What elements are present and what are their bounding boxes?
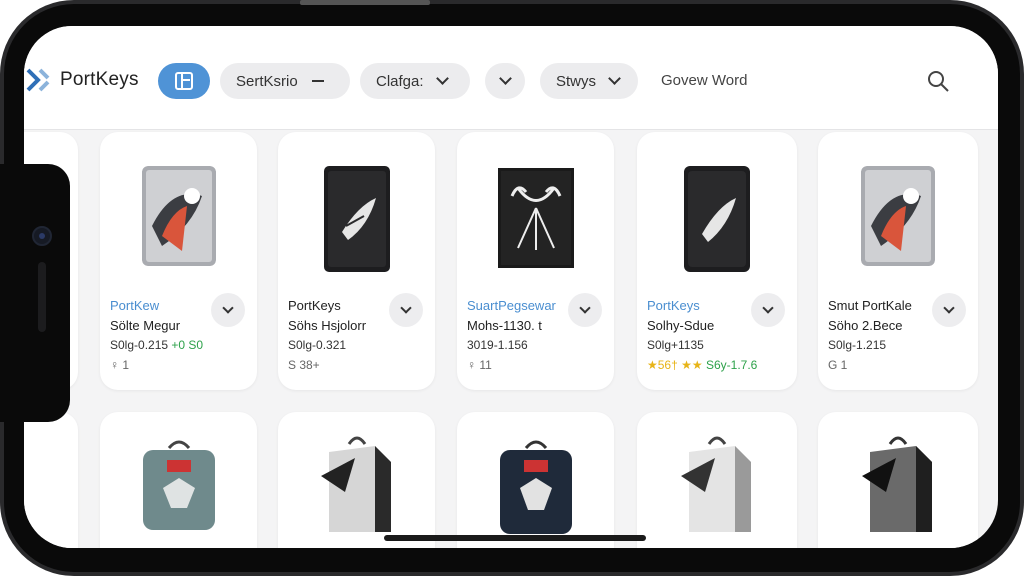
product-card[interactable] xyxy=(100,412,257,548)
product-brand: Smut PortKale xyxy=(828,298,912,313)
dash-icon xyxy=(311,80,324,82)
search-icon[interactable] xyxy=(926,69,950,93)
product-image xyxy=(320,436,391,532)
product-meta: ♀ 11 xyxy=(467,358,492,372)
product-rating: ★56† ★★ S6y-1.7.6 xyxy=(647,358,758,372)
styles-filter-pill[interactable]: Stwys xyxy=(540,63,638,99)
speaker-grille xyxy=(38,262,46,332)
browse-world-link[interactable]: Govew Word xyxy=(661,72,747,89)
product-title: Mohs-1130. t xyxy=(467,318,542,333)
sidebar-toggle-button[interactable] xyxy=(158,63,210,99)
product-card[interactable] xyxy=(818,412,978,548)
sort-filter-pill[interactable]: SertKsrio xyxy=(220,63,350,99)
expand-button[interactable] xyxy=(211,293,245,327)
expand-button[interactable] xyxy=(568,293,602,327)
app-title: PortKeys xyxy=(60,69,139,90)
product-card[interactable] xyxy=(457,412,614,548)
product-card[interactable] xyxy=(278,412,435,548)
product-card[interactable]: Smut PortKale Söho 2.Bece S0lg-1.215 G 1 xyxy=(818,132,978,390)
chevron-down-icon xyxy=(762,302,774,314)
product-card[interactable]: PortKew Sölte Megur S0lg-0.215 +0 S0 ♀ 1 xyxy=(100,132,257,390)
expand-button[interactable] xyxy=(932,293,966,327)
product-title: Solhy-Sdue xyxy=(647,318,715,333)
product-price: S0lg-1.215 xyxy=(828,338,887,352)
product-brand: PortKeys xyxy=(288,298,341,313)
category-filter-label: Clafga: xyxy=(376,72,424,90)
product-image xyxy=(497,168,574,268)
sort-filter-label: SertKsrio xyxy=(236,72,298,90)
screen: PortKeys SertKsrio Clafga: Stwys Govew W… xyxy=(24,26,998,548)
styles-filter-label: Stwys xyxy=(556,72,597,90)
expand-button[interactable] xyxy=(751,293,785,327)
product-image xyxy=(141,166,216,266)
product-price: 3019-1.156 xyxy=(467,338,528,352)
chevron-down-icon xyxy=(579,302,591,314)
chevron-down-icon xyxy=(400,302,412,314)
more-filter-pill[interactable] xyxy=(485,63,525,99)
product-card[interactable] xyxy=(637,412,797,548)
product-image xyxy=(681,436,751,532)
product-brand: PortKew xyxy=(110,298,160,313)
product-price: S0lg+1135 xyxy=(647,338,704,352)
chevron-down-icon xyxy=(222,302,234,314)
logo-icon xyxy=(26,68,50,92)
product-meta: ♀ 1 xyxy=(110,358,130,372)
product-title: Söho 2.Bece xyxy=(828,318,903,333)
side-notch xyxy=(0,164,70,422)
product-brand: PortKeys xyxy=(647,298,700,313)
panel-icon xyxy=(175,72,193,90)
product-card-partial[interactable] xyxy=(24,412,78,548)
chevron-down-icon xyxy=(943,302,955,314)
home-indicator[interactable] xyxy=(384,535,646,541)
category-filter-pill[interactable]: Clafga: xyxy=(360,63,470,99)
product-card[interactable]: PortKeys Solhy-Sdue S0lg+1135 ★56† ★★ S6… xyxy=(637,132,797,390)
chevron-down-icon xyxy=(435,72,449,85)
product-meta: G 1 xyxy=(828,358,848,372)
product-image xyxy=(684,166,750,272)
volume-button xyxy=(300,0,430,5)
product-card[interactable]: PortKeys Söhs Hsjolorr S0lg-0.321 S 38+ xyxy=(278,132,435,390)
product-image xyxy=(142,440,215,530)
product-price: S0lg-0.215 +0 S0 xyxy=(110,338,204,352)
product-card[interactable]: SuartPegsewar Mohs-1130. t 3019-1.156 ♀ … xyxy=(457,132,614,390)
camera xyxy=(32,226,52,246)
product-image xyxy=(861,166,935,266)
expand-button[interactable] xyxy=(389,293,423,327)
product-brand: SuartPegsewar xyxy=(467,298,556,313)
product-image xyxy=(862,436,932,532)
product-title: Söhs Hsjolorr xyxy=(288,318,367,333)
chevron-down-icon xyxy=(608,72,621,85)
top-bar: PortKeys SertKsrio Clafga: Stwys Govew W… xyxy=(24,26,998,130)
chevron-down-icon xyxy=(498,72,512,85)
product-meta: S 38+ xyxy=(288,358,320,372)
product-title: Sölte Megur xyxy=(110,318,181,333)
product-image xyxy=(323,166,390,272)
product-image xyxy=(499,440,572,534)
star-icon: ★56† ★★ xyxy=(647,358,703,372)
product-price: S0lg-0.321 xyxy=(288,338,347,352)
